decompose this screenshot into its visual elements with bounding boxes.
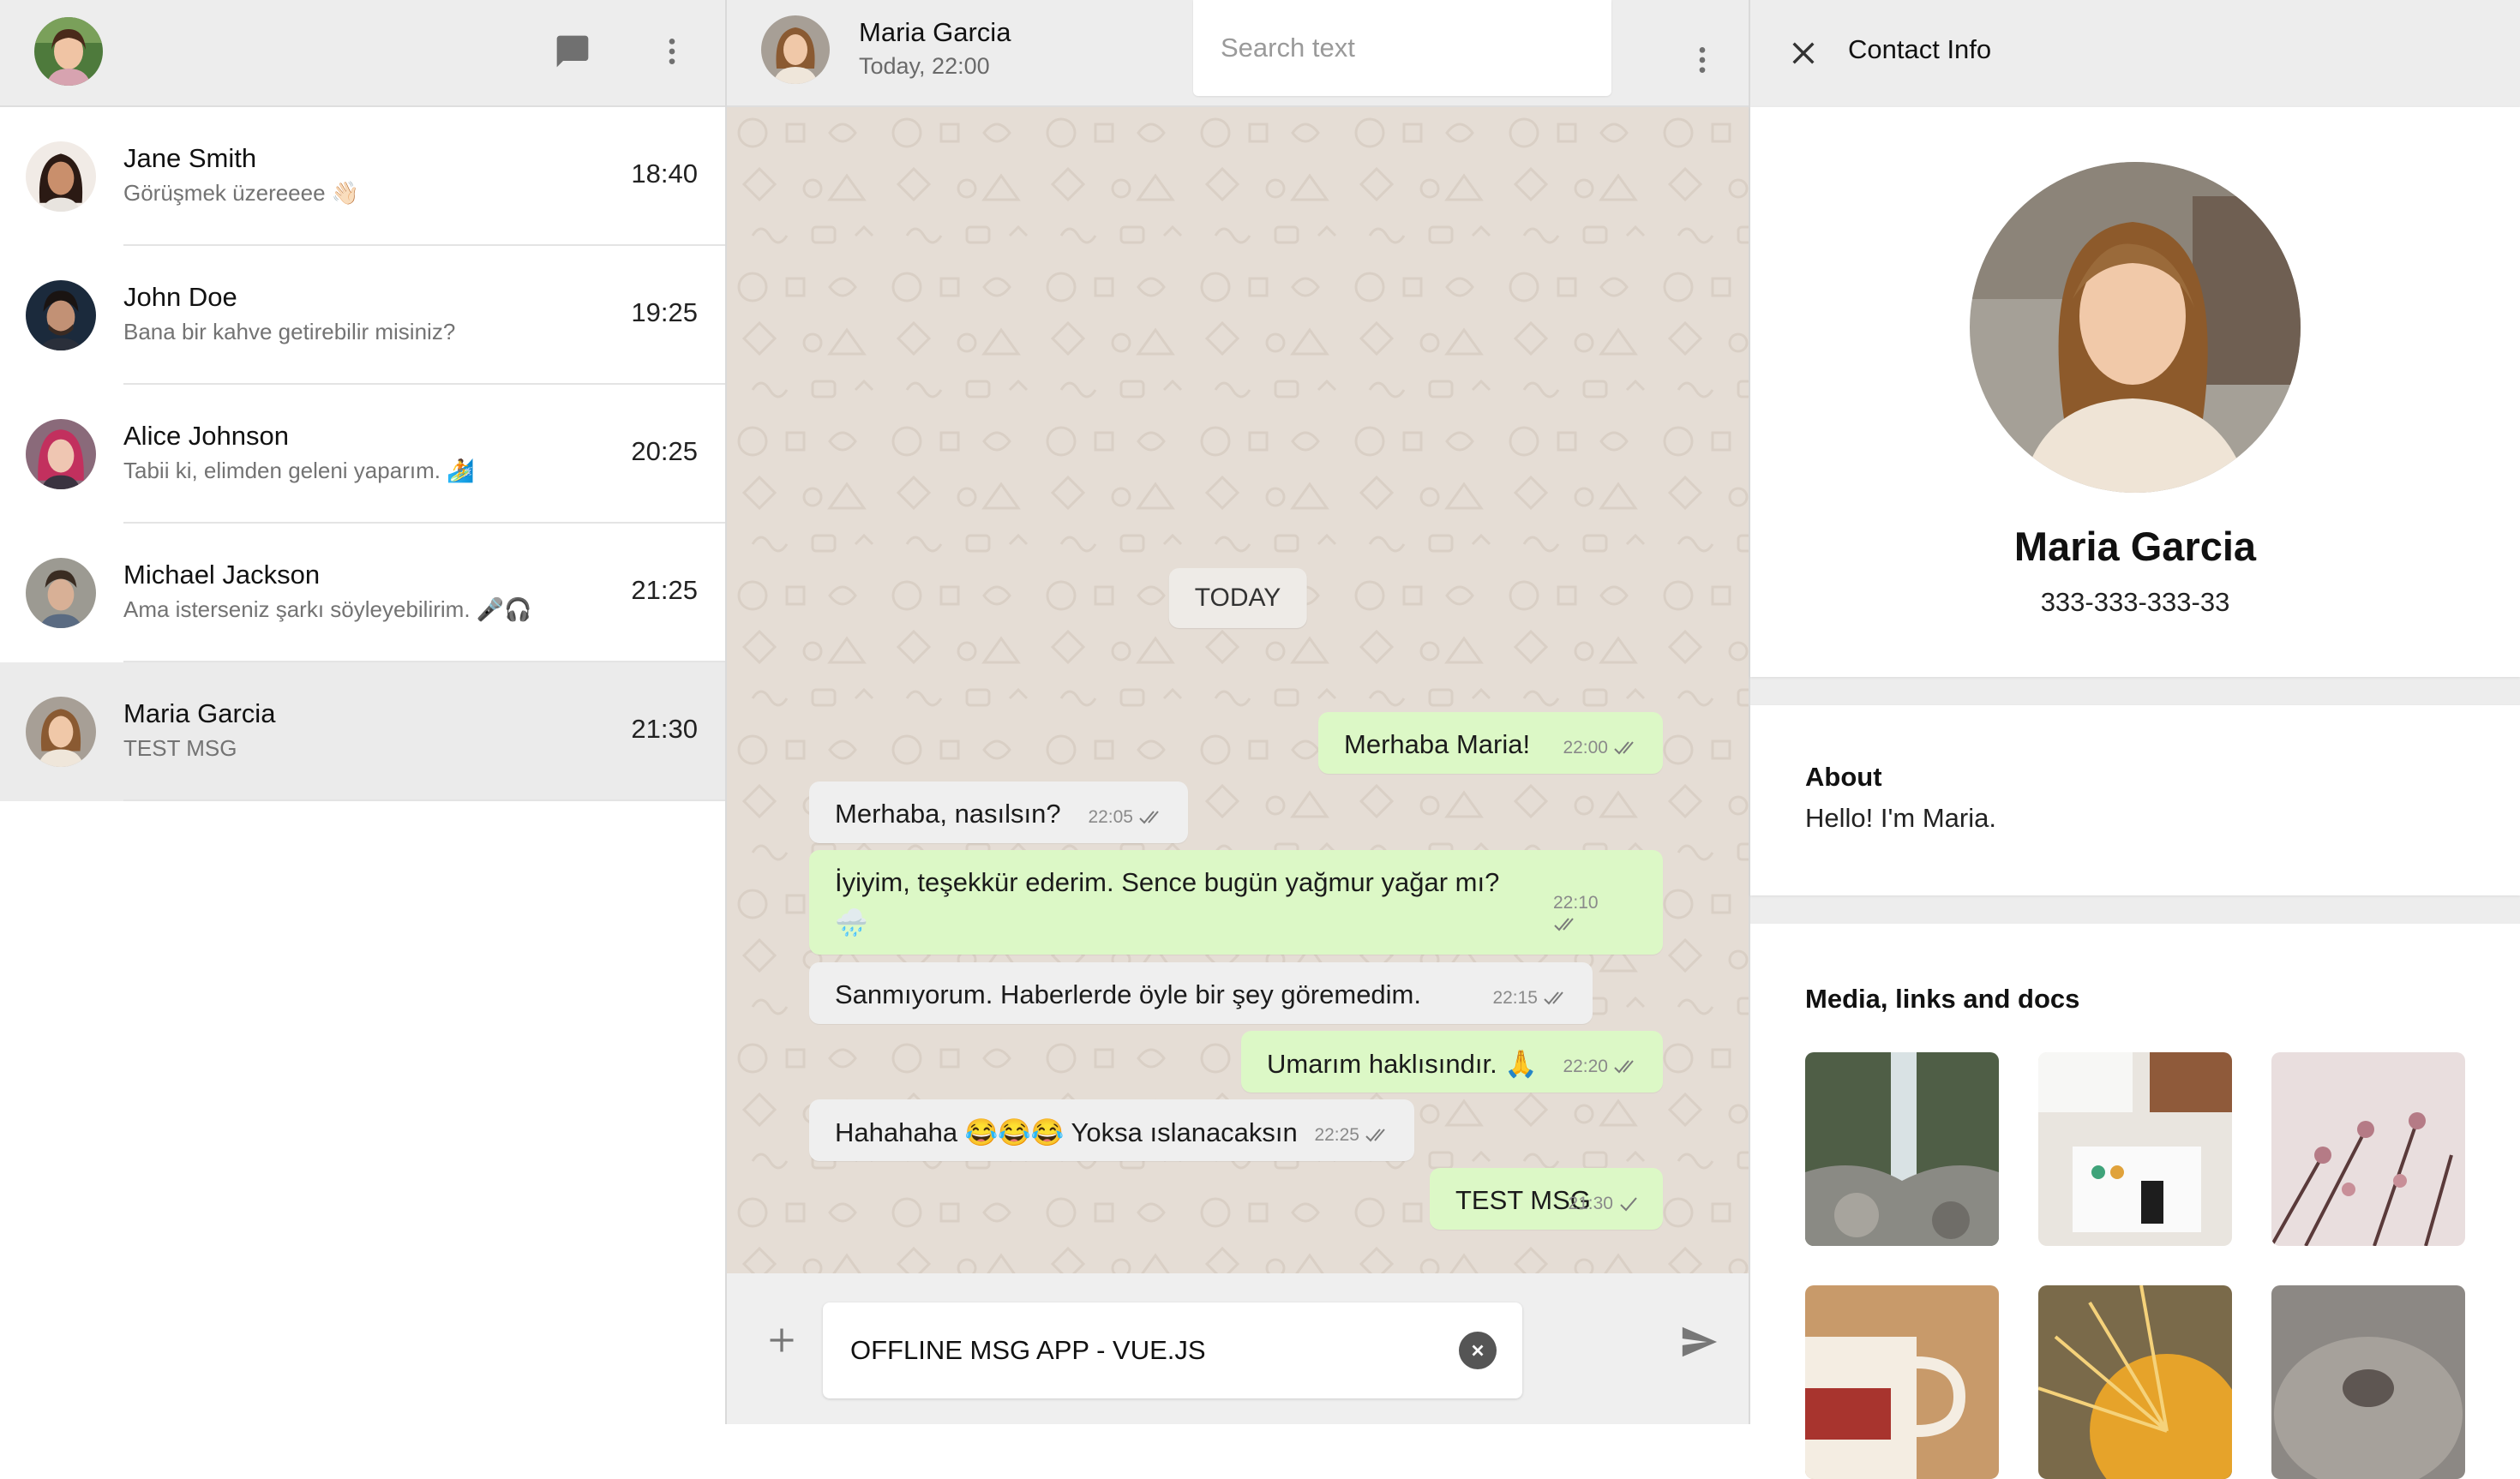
double-check-icon xyxy=(1139,811,1159,824)
media-thumbnail-sunflower[interactable] xyxy=(2038,1285,2232,1479)
media-card: Media, links and docs xyxy=(1750,924,2520,1479)
message-input[interactable] xyxy=(823,1302,1522,1398)
outgoing-message[interactable]: Umarım haklısındır. 🙏 22:20 xyxy=(1241,1031,1663,1093)
search-box xyxy=(1193,0,1611,96)
message-time: 22:15 xyxy=(1492,988,1538,1008)
chat-list-item[interactable]: John Doe Bana bir kahve getirebilir misi… xyxy=(0,246,725,385)
media-thumbnail-mug[interactable] xyxy=(1805,1285,1999,1479)
divider xyxy=(123,799,725,801)
incoming-message[interactable]: Merhaba, nasılsın? 22:05 xyxy=(809,781,1188,843)
message-time: 22:00 xyxy=(1563,738,1608,757)
chat-preview: Ama isterseniz şarkı söyleyebilirim. 🎤🎧 xyxy=(123,596,532,622)
avatar xyxy=(26,141,96,212)
message-emoji: 🌧️ xyxy=(835,907,868,937)
message-area[interactable]: TODAY Merhaba Maria! 22:00 Merhaba, nası… xyxy=(727,107,1749,1273)
chat-list-item[interactable]: Alice Johnson Tabii ki, elimden geleni y… xyxy=(0,385,725,524)
message-time: 22:05 xyxy=(1088,807,1133,827)
composer xyxy=(727,1273,1749,1424)
profile-photo[interactable] xyxy=(1970,162,2301,493)
chat-list-item-active[interactable]: Maria Garcia TEST MSG 21:30 xyxy=(0,662,725,801)
media-label: Media, links and docs xyxy=(1805,984,2080,1014)
close-icon[interactable] xyxy=(1781,31,1826,75)
contact-avatar[interactable] xyxy=(761,15,830,84)
message-icon[interactable] xyxy=(549,27,597,75)
date-divider: TODAY xyxy=(1168,568,1307,628)
message-time: 21:30 xyxy=(1568,1194,1613,1213)
contact-name[interactable]: Maria Garcia xyxy=(859,17,1011,48)
avatar xyxy=(26,419,96,489)
message-time: 22:20 xyxy=(1563,1057,1608,1076)
message-time: 22:10 xyxy=(1553,893,1599,913)
message-time: 22:25 xyxy=(1314,1125,1359,1145)
search-input[interactable] xyxy=(1193,0,1611,96)
double-check-icon xyxy=(1614,1060,1634,1074)
profile-name: Maria Garcia xyxy=(2013,524,2257,569)
send-icon[interactable] xyxy=(1675,1318,1723,1366)
my-avatar[interactable] xyxy=(34,17,103,86)
media-thumbnail-waterfall[interactable] xyxy=(1805,1052,1999,1246)
chat-preview: Görüşmek üzereeee 👋🏻 xyxy=(123,180,360,206)
chat-time: 21:30 xyxy=(631,714,698,744)
contact-info-panel: Contact Info Maria Garcia 333-333-333-33… xyxy=(1750,0,2520,1479)
message-text: Umarım haklısındır. 🙏 xyxy=(1267,1049,1538,1079)
chat-name: Michael Jackson xyxy=(123,560,321,590)
chat-time: 20:25 xyxy=(631,436,698,466)
media-thumbnail-cat[interactable] xyxy=(2271,1285,2465,1479)
chat-name: John Doe xyxy=(123,282,237,312)
chat-time: 21:25 xyxy=(631,575,698,605)
chat-name: Jane Smith xyxy=(123,143,257,173)
check-icon xyxy=(1620,1197,1637,1212)
about-card: About Hello! I'm Maria. xyxy=(1750,705,2520,895)
media-thumbnail-desk[interactable] xyxy=(2038,1052,2232,1246)
avatar xyxy=(26,280,96,350)
conversation-header: Maria Garcia Today, 22:00 xyxy=(727,0,1749,107)
profile-card: Maria Garcia 333-333-333-33 xyxy=(1750,107,2520,677)
about-label: About xyxy=(1805,762,1882,792)
conversation-panel: Maria Garcia Today, 22:00 Search text TO… xyxy=(727,0,1750,1424)
double-check-icon xyxy=(1544,991,1563,1005)
contact-info-header: Contact Info xyxy=(1750,0,2520,107)
about-text: Hello! I'm Maria. xyxy=(1805,803,1996,833)
message-input-box xyxy=(823,1302,1522,1398)
double-check-icon xyxy=(1554,918,1574,931)
message-text: Merhaba, nasılsın? xyxy=(835,799,1061,829)
avatar xyxy=(26,697,96,767)
chat-preview: TEST MSG xyxy=(123,735,237,761)
double-check-icon xyxy=(1614,741,1634,755)
incoming-message[interactable]: Hahahaha 😂😂😂 Yoksa ıslanacaksın 22:25 xyxy=(809,1099,1414,1161)
message-text: Hahahaha 😂😂😂 Yoksa ıslanacaksın xyxy=(835,1117,1298,1147)
sidebar-header xyxy=(0,0,725,107)
outgoing-message[interactable]: Merhaba Maria! 22:00 xyxy=(1318,712,1663,774)
message-text: İyiyim, teşekkür ederim. Sence bugün yağ… xyxy=(835,867,1500,897)
avatar xyxy=(26,558,96,628)
chat-list-panel: Jane Smith Görüşmek üzereeee 👋🏻 18:40 Jo… xyxy=(0,0,727,1424)
media-thumbnail-blossom[interactable] xyxy=(2271,1052,2465,1246)
more-vertical-icon[interactable] xyxy=(1690,43,1714,81)
chat-list-item[interactable]: Jane Smith Görüşmek üzereeee 👋🏻 18:40 xyxy=(0,107,725,246)
chat-name: Maria Garcia xyxy=(123,698,276,728)
more-vertical-icon[interactable] xyxy=(648,27,696,75)
outgoing-message[interactable]: İyiyim, teşekkür ederim. Sence bugün yağ… xyxy=(809,850,1663,955)
contact-status: Today, 22:00 xyxy=(859,53,990,79)
chat-time: 18:40 xyxy=(631,159,698,189)
message-text: Sanmıyorum. Haberlerde öyle bir şey göre… xyxy=(835,979,1421,1009)
double-check-icon xyxy=(1365,1129,1385,1142)
chat-list-item[interactable]: Michael Jackson Ama isterseniz şarkı söy… xyxy=(0,524,725,662)
chat-wallpaper xyxy=(727,107,1749,1273)
chat-preview: Bana bir kahve getirebilir misiniz? xyxy=(123,319,456,344)
clear-icon[interactable] xyxy=(1459,1332,1497,1369)
chat-name: Alice Johnson xyxy=(123,421,290,451)
plus-icon[interactable] xyxy=(758,1316,806,1364)
outgoing-message[interactable]: TEST MSG 21:30 xyxy=(1430,1168,1663,1230)
chat-preview: Tabii ki, elimden geleni yaparım. 🏄 xyxy=(123,458,475,483)
profile-phone: 333-333-333-33 xyxy=(2040,587,2230,617)
message-text: Merhaba Maria! xyxy=(1344,729,1531,759)
incoming-message[interactable]: Sanmıyorum. Haberlerde öyle bir şey göre… xyxy=(809,962,1593,1024)
panel-title: Contact Info xyxy=(1848,34,1992,64)
chat-time: 19:25 xyxy=(631,297,698,327)
